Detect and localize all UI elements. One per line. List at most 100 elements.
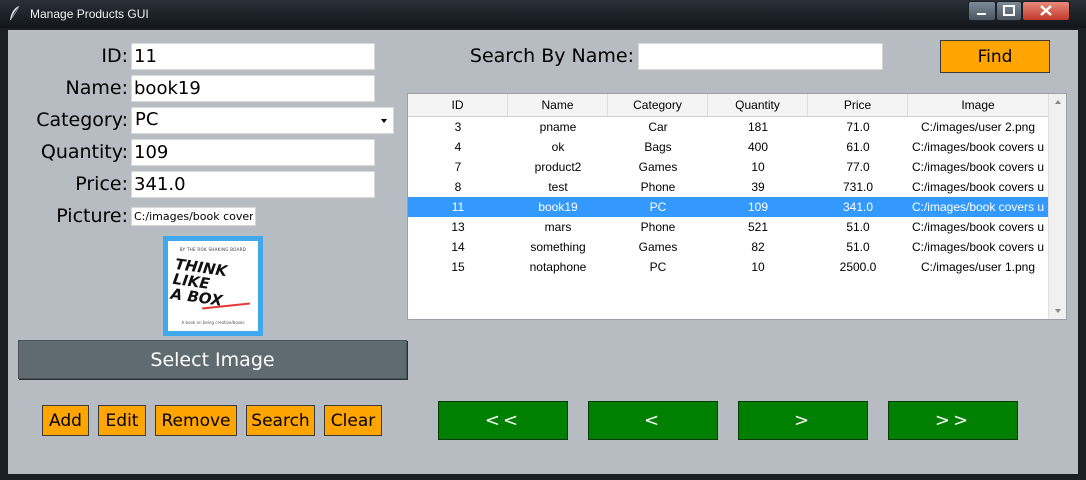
cell-category: PC (649, 260, 667, 274)
cell-quantity: 39 (751, 180, 765, 194)
table-row[interactable]: 4 ok Bags 400 61.0 C:/images/book covers u (408, 137, 1048, 157)
add-button[interactable]: Add (42, 405, 89, 436)
clear-button[interactable]: Clear (324, 405, 382, 436)
select-image-button[interactable]: Select Image (18, 340, 407, 379)
cell-image: C:/images/user 2.png (920, 120, 1036, 134)
last-page-button[interactable]: >> (888, 401, 1018, 440)
cell-category: Car (648, 120, 668, 134)
name-field[interactable] (131, 75, 375, 102)
table-row[interactable]: 8 test Phone 39 731.0 C:/images/book covers u (408, 177, 1048, 197)
cell-price: 77.0 (846, 160, 870, 174)
find-button[interactable]: Find (940, 40, 1050, 73)
table-row[interactable]: 13 mars Phone 521 51.0 C:/images/book covers … (408, 217, 1048, 237)
picture-field[interactable] (131, 207, 256, 226)
column-header-id[interactable]: ID (408, 94, 508, 116)
cell-quantity: 521 (747, 220, 769, 234)
price-label: Price: (75, 173, 128, 195)
window-title: Manage Products GUI (30, 7, 149, 21)
cell-category: Games (638, 160, 678, 174)
table-header: ID Name Category Quantity Price Image (408, 94, 1048, 117)
chevron-down-icon[interactable] (381, 119, 387, 123)
cell-price: 51.0 (846, 220, 870, 234)
remove-button[interactable]: Remove (155, 405, 237, 436)
category-value: PC (135, 109, 159, 130)
cell-quantity: 109 (747, 200, 769, 214)
cell-id: 4 (454, 140, 462, 154)
maximize-button[interactable] (996, 1, 1022, 21)
cover-top-text: BY THE ROK SHAKING BOARD (179, 247, 247, 252)
previous-button[interactable]: < (588, 401, 718, 440)
cell-category: Phone (640, 220, 676, 234)
cell-image: C:/images/book covers u (911, 200, 1045, 214)
column-header-price[interactable]: Price (808, 94, 908, 116)
cell-price: 61.0 (846, 140, 870, 154)
column-header-quantity[interactable]: Quantity (708, 94, 808, 116)
cell-id: 15 (451, 260, 465, 274)
search-name-input[interactable] (638, 43, 883, 70)
edit-button[interactable]: Edit (98, 405, 146, 436)
cell-name: mars (544, 220, 572, 234)
table-row[interactable]: 11 book19 PC 109 341.0 C:/images/book covers … (408, 197, 1048, 217)
close-button[interactable] (1022, 1, 1070, 21)
cell-image: C:/images/book covers u (911, 220, 1045, 234)
table-row[interactable]: 14 something Games 82 51.0 C:/images/book cov… (408, 237, 1048, 257)
scroll-up-icon[interactable] (1055, 100, 1061, 104)
book-cover-image: BY THE ROK SHAKING BOARD THINK LIKE A BOX … (168, 241, 258, 331)
cell-id: 14 (451, 240, 465, 254)
table-row[interactable]: 7 product2 Games 10 77.0 C:/images/book cover… (408, 157, 1048, 177)
cell-image: C:/images/book covers u (911, 180, 1045, 194)
cell-name: book19 (538, 200, 578, 214)
title-bar[interactable]: Manage Products GUI (0, 0, 1086, 28)
cell-category: Bags (644, 140, 672, 154)
cell-price: 731.0 (842, 180, 874, 194)
cell-image: C:/images/book covers u (911, 160, 1045, 174)
table-scrollbar[interactable] (1048, 94, 1066, 319)
table-row[interactable]: 15 notaphone PC 10 2500.0 C:/images/user 1.pn… (408, 257, 1048, 277)
cell-price: 2500.0 (839, 260, 877, 274)
cell-image: C:/images/book covers u (911, 140, 1045, 154)
price-field[interactable] (131, 171, 375, 198)
product-image-preview: BY THE ROK SHAKING BOARD THINK LIKE A BOX … (163, 236, 263, 336)
maximize-icon (1003, 5, 1015, 16)
cell-name: product2 (534, 160, 582, 174)
products-table[interactable]: ID Name Category Quantity Price Image 3 p… (407, 93, 1067, 320)
cell-name: something (530, 240, 586, 254)
cell-id: 7 (454, 160, 462, 174)
category-label: Category: (36, 109, 128, 131)
minimize-icon (977, 13, 986, 15)
cell-price: 51.0 (846, 240, 870, 254)
close-icon (1040, 5, 1052, 16)
cell-name: test (548, 180, 568, 194)
cell-name: notaphone (529, 260, 587, 274)
cell-id: 11 (451, 200, 465, 214)
picture-label: Picture: (56, 205, 128, 227)
cell-quantity: 10 (751, 160, 765, 174)
column-header-image[interactable]: Image (908, 94, 1048, 116)
cell-id: 3 (454, 120, 462, 134)
cell-image: C:/images/book covers u (911, 240, 1045, 254)
cell-quantity: 181 (747, 120, 769, 134)
cell-name: ok (551, 140, 565, 154)
search-button[interactable]: Search (246, 405, 315, 436)
id-field[interactable] (131, 43, 375, 70)
feather-icon (10, 5, 20, 20)
cell-id: 8 (454, 180, 462, 194)
table-row[interactable]: 3 pname Car 181 71.0 C:/images/user 2.png (408, 117, 1048, 137)
cell-price: 341.0 (842, 200, 874, 214)
cell-quantity: 10 (751, 260, 765, 274)
category-select[interactable]: PC (131, 107, 394, 134)
cell-quantity: 400 (747, 140, 769, 154)
cover-subtitle: A book on being creative/boxes (181, 320, 245, 325)
scroll-down-icon[interactable] (1055, 309, 1061, 313)
name-label: Name: (65, 77, 128, 99)
cell-quantity: 82 (751, 240, 765, 254)
cell-image: C:/images/user 1.png (920, 260, 1036, 274)
first-page-button[interactable]: << (438, 401, 568, 440)
minimize-button[interactable] (968, 1, 996, 21)
main-panel: ID: Name: Category: PC Quantity: Price: … (8, 30, 1078, 474)
cell-name: pname (539, 120, 577, 134)
column-header-name[interactable]: Name (508, 94, 608, 116)
column-header-category[interactable]: Category (608, 94, 708, 116)
quantity-field[interactable] (131, 139, 375, 166)
next-button[interactable]: > (738, 401, 868, 440)
